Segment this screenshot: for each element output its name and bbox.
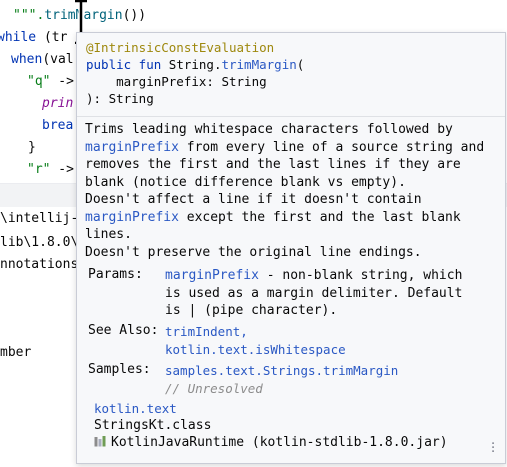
description-paragraph: Trims leading whitespace characters foll…: [85, 121, 495, 191]
see-also-link[interactable]: trimIndent,: [165, 324, 248, 339]
console-line: lib\1.8.0\: [0, 235, 79, 250]
description-paragraph: Doesn't affect a line if it doesn't cont…: [85, 191, 495, 244]
signature-keyword: public fun: [86, 57, 169, 72]
param-desc: - non-blank string, which: [258, 268, 463, 283]
code-token: }: [28, 140, 36, 155]
library-row: KotlinJavaRuntime (kotlin-stdlib-1.8.0.j…: [94, 435, 448, 450]
see-also-value: trimIndent, kotlin.text.isWhitespace: [165, 323, 346, 358]
param-name-link[interactable]: marginPrefix: [165, 268, 259, 283]
signature-block: @IntrinsicConstEvaluation public fun Str…: [86, 39, 304, 107]
sample-comment: // Unresolved: [165, 380, 263, 396]
description: Trims leading whitespace characters foll…: [85, 121, 495, 261]
library-name: KotlinJavaRuntime (kotlin-stdlib-1.8.0.j…: [111, 435, 448, 450]
console-line: mber: [0, 345, 32, 360]
divider: [77, 116, 505, 117]
param-desc: is used as a margin delimiter. Default: [165, 285, 463, 301]
code-token: ->: [50, 74, 74, 89]
samples-value: samples.text.Strings.trimMargin // Unreso…: [165, 362, 398, 397]
code-token: while: [0, 30, 37, 45]
code-token: "q": [27, 74, 51, 89]
console-line: nnotations: [0, 257, 79, 272]
param-desc: is | (pipe character).: [165, 303, 338, 318]
sample-link[interactable]: samples.text.Strings.trimMargin: [165, 363, 398, 378]
description-text: Doesn't affect a line if it doesn't cont…: [85, 192, 422, 207]
params-value: marginPrefix - non-blank string, which is…: [165, 267, 462, 320]
params-label: Params:: [88, 267, 143, 282]
code-line[interactable]: }: [28, 140, 36, 156]
console-line: \intellij-: [0, 211, 79, 226]
code-token: "r": [27, 162, 51, 177]
annotation-text[interactable]: @IntrinsicConstEvaluation: [86, 40, 274, 55]
description-paragraph: Doesn't preserve the original line endin…: [85, 244, 422, 260]
code-token: prin: [42, 96, 74, 111]
quick-documentation-popup[interactable]: @IntrinsicConstEvaluation public fun Str…: [76, 32, 506, 464]
code-line[interactable]: brea: [42, 118, 73, 134]
code-token: (tr: [36, 30, 68, 45]
class-name: StringsKt.class: [94, 418, 212, 433]
code-line[interactable]: "q" ->: [27, 74, 74, 90]
code-token: (val: [42, 52, 74, 67]
see-also-link[interactable]: kotlin.text.isWhitespace: [165, 342, 346, 357]
code-line[interactable]: prin: [42, 96, 73, 112]
signature-param: marginPrefix: String: [86, 74, 267, 89]
signature-paren: (: [296, 57, 305, 72]
code-line[interactable]: "r" ->: [27, 162, 74, 178]
param-reference-link[interactable]: marginPrefix: [85, 140, 179, 155]
samples-label: Samples:: [88, 362, 151, 377]
code-line[interactable]: when(val: [11, 52, 74, 68]
library-icon: [94, 436, 106, 447]
signature-receiver: String.: [168, 57, 222, 72]
param-reference-link[interactable]: marginPrefix: [85, 210, 179, 225]
code-token: """.: [13, 8, 45, 23]
code-token: brea: [42, 118, 74, 133]
code-token: ()): [122, 8, 147, 23]
code-line[interactable]: while (tr: [0, 30, 67, 46]
code-token: ->: [50, 162, 74, 177]
more-options-icon[interactable]: · · ·: [491, 438, 497, 459]
code-token: when: [11, 52, 43, 67]
package-link[interactable]: kotlin.text: [94, 401, 448, 416]
signature-function-link[interactable]: trimMargin: [221, 57, 296, 72]
doc-footer: kotlin.text StringsKt.class KotlinJavaRu…: [94, 401, 448, 450]
see-also-label: See Also:: [88, 323, 159, 338]
description-text: Trims leading whitespace characters foll…: [85, 122, 453, 137]
signature-return: ): String: [86, 91, 154, 106]
